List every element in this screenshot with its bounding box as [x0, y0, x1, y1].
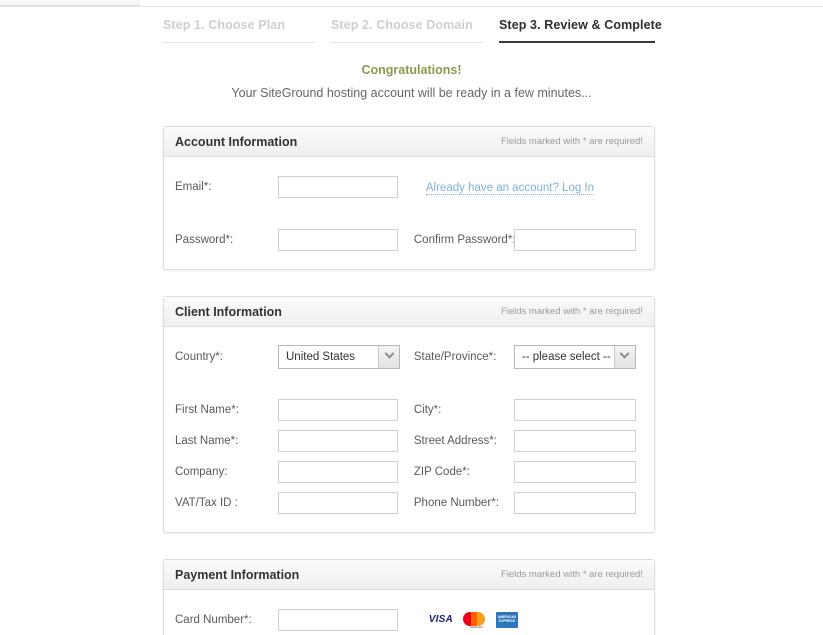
phone-number-input[interactable] [513, 491, 636, 514]
account-required-note: Fields marked with * are required! [500, 136, 643, 147]
email-label: Email*: [175, 180, 212, 193]
city-label: City*: [413, 403, 442, 416]
vat-tax-id-input[interactable] [278, 491, 398, 514]
checkout-steps: Step 1. Choose Plan Step 2. Choose Domai… [163, 18, 662, 43]
login-link[interactable]: Already have an account? Log In [425, 181, 595, 195]
confirm-password-input[interactable] [513, 228, 636, 251]
amex-logo-icon: AMERICAN EXPRESS [495, 611, 518, 628]
payment-required-note: Fields marked with * are required! [500, 569, 643, 580]
first-name-label: First Name*: [175, 403, 239, 416]
payment-panel-title: Payment Information [175, 567, 300, 582]
account-panel-body: Email*: Already have an account? Log In … [164, 157, 654, 269]
payment-panel-header: Payment Information Fields marked with *… [164, 560, 654, 590]
last-name-input[interactable] [278, 429, 398, 452]
step-tab-review-complete[interactable]: Step 3. Review & Complete [499, 18, 662, 43]
city-input[interactable] [513, 398, 636, 421]
card-number-row: Card Number*: VISA mastercard AMERICAN E… [175, 604, 643, 635]
congratulations-headline: Congratulations! [361, 63, 462, 77]
accepted-cards: VISA mastercard AMERICAN EXPRESS [426, 611, 518, 629]
client-panel-title: Client Information [175, 304, 282, 319]
company-label: Company: [175, 465, 228, 478]
street-address-label: Street Address*: [413, 434, 497, 447]
signup-review-page: Step 1. Choose Plan Step 2. Choose Domai… [0, 0, 823, 635]
client-panel-header: Client Information Fields marked with * … [164, 297, 654, 327]
page-content: Step 1. Choose Plan Step 2. Choose Domai… [0, 0, 823, 635]
firstname-city-row: First Name*: City*: [175, 394, 643, 425]
congratulations-subtext: Your SiteGround hosting account will be … [231, 86, 592, 100]
country-state-row: Country*: United States State/Province*:… [175, 341, 643, 372]
password-label: Password*: [175, 233, 234, 246]
street-address-input[interactable] [513, 429, 636, 452]
visa-logo-icon: VISA [428, 614, 453, 625]
account-information-panel: Account Information Fields marked with *… [163, 126, 655, 270]
confirm-password-label: Confirm Password*: [413, 233, 516, 246]
lastname-street-row: Last Name*: Street Address*: [175, 425, 643, 456]
client-information-panel: Client Information Fields marked with * … [163, 296, 655, 533]
phone-number-label: Phone Number*: [413, 496, 499, 509]
password-row: Password*: Confirm Password*: [175, 224, 643, 255]
state-label: State/Province*: [413, 350, 497, 363]
last-name-label: Last Name*: [175, 434, 239, 447]
step-tab-choose-domain[interactable]: Step 2. Choose Domain [331, 18, 483, 43]
payment-information-panel: Payment Information Fields marked with *… [163, 559, 655, 635]
password-input[interactable] [278, 228, 398, 251]
zip-code-label: ZIP Code*: [413, 465, 470, 478]
mastercard-logo-icon: mastercard [462, 611, 489, 629]
client-required-note: Fields marked with * are required! [500, 306, 643, 317]
client-panel-body: Country*: United States State/Province*:… [164, 327, 654, 532]
vat-tax-id-label: VAT/Tax ID : [175, 496, 238, 509]
account-panel-title: Account Information [175, 134, 298, 149]
email-row: Email*: Already have an account? Log In [175, 171, 643, 202]
chevron-down-icon [378, 345, 399, 368]
payment-panel-body: Card Number*: VISA mastercard AMERICAN E… [164, 590, 654, 635]
country-select[interactable]: United States [278, 344, 400, 369]
first-name-input[interactable] [278, 398, 398, 421]
account-panel-header: Account Information Fields marked with *… [164, 127, 654, 157]
mastercard-logo-text: mastercard [469, 626, 483, 629]
step-tab-choose-plan[interactable]: Step 1. Choose Plan [163, 18, 315, 43]
zip-code-input[interactable] [513, 460, 636, 483]
vat-phone-row: VAT/Tax ID : Phone Number*: [175, 487, 643, 518]
company-zip-row: Company: ZIP Code*: [175, 456, 643, 487]
card-number-label: Card Number*: [175, 613, 252, 626]
chevron-down-icon [613, 345, 635, 368]
state-select[interactable]: -- please select -- [513, 344, 636, 369]
company-input[interactable] [278, 460, 398, 483]
card-number-input[interactable] [278, 608, 398, 631]
country-label: Country*: [175, 350, 223, 363]
email-input[interactable] [278, 175, 398, 198]
